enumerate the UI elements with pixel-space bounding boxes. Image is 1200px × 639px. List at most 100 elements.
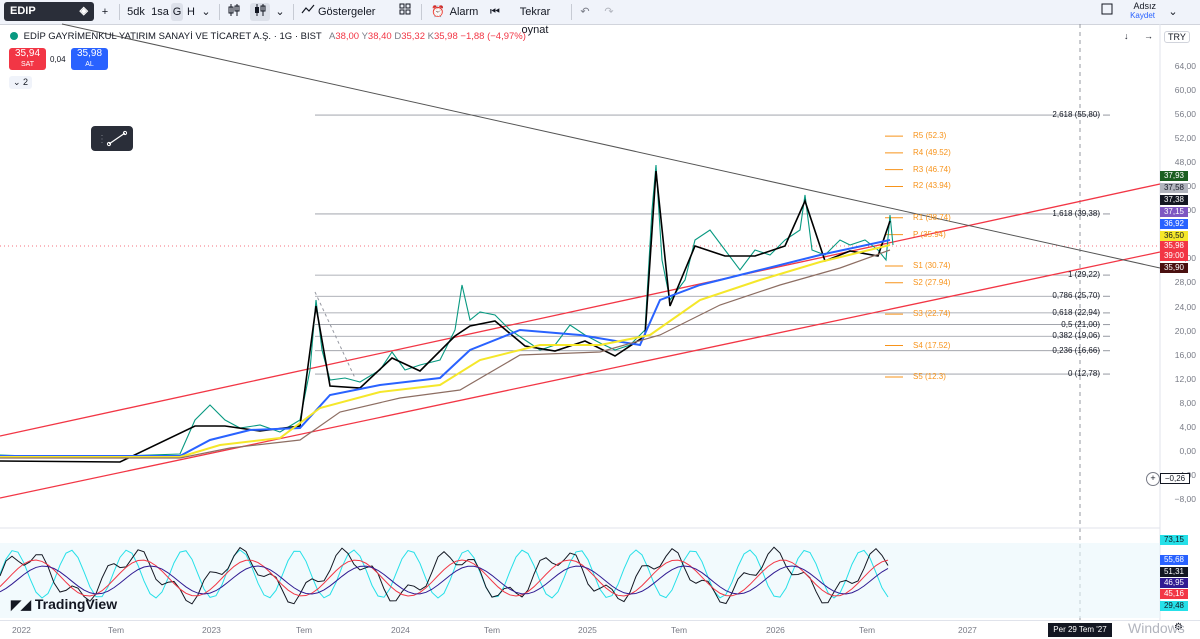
oscillator-tag-label: 46,95 [1160, 578, 1188, 588]
market-status-icon [10, 32, 18, 40]
add-alert-icon[interactable]: + [1146, 472, 1160, 486]
logo-mark-icon: ◤◢ [11, 597, 31, 612]
time-axis[interactable]: Per 29 Tem '27 2022 Tem 2023 Tem 2024 Tem 2025… [0, 620, 1200, 639]
time-tick-label: Tem [859, 625, 876, 635]
fib-level-label: 1 (29,22) [1067, 270, 1100, 280]
time-tick-label: 2025 [578, 625, 597, 635]
price-tick-label: 24,00 [1174, 301, 1196, 312]
pivot-level-label: R2 (43.94) [913, 181, 951, 191]
sell-price: 35,94 [14, 48, 41, 59]
indicator-count: 2 [23, 77, 29, 87]
time-tick-label: Tem [671, 625, 688, 635]
price-tick-label: 8,00 [1179, 397, 1196, 408]
trend-channel [0, 23, 1161, 499]
time-tick-label: 2027 [958, 625, 977, 635]
fib-level-label: 0,5 (21,00) [1061, 319, 1100, 329]
pivot-level-label: S5 (12.3) [913, 371, 946, 381]
zero-tag: −0,26 [1160, 473, 1190, 484]
time-tick-label: 2022 [12, 625, 31, 635]
windows-watermark: Windows [1128, 620, 1185, 636]
tradingview-logo: ◤◢ TradingView [11, 596, 117, 613]
change-value: −1,88 (−4,97%) [460, 31, 526, 42]
price-tag-label: 36,92 [1160, 219, 1188, 229]
price-tag-label: 35,98 [1160, 241, 1188, 251]
fib-level-label: 2,618 (55,80) [1052, 110, 1100, 120]
pivot-level-label: R4 (49.52) [913, 147, 951, 157]
resistance-trendline [61, 23, 1161, 269]
price-line [0, 164, 894, 458]
time-tick-label: 2023 [202, 625, 221, 635]
price-tick-label: 48,00 [1174, 157, 1196, 168]
pivot-level-label: R1 (38.74) [913, 212, 951, 222]
price-tag-label: 39:00 [1160, 251, 1188, 261]
oscillator-tag-label: 45,16 [1160, 589, 1188, 599]
fib-level-label: 0,618 (22,94) [1052, 307, 1100, 317]
pivot-level-label: R5 (52.3) [913, 131, 947, 141]
pivot-level-label: P (35.94) [913, 229, 946, 239]
download-icon[interactable]: ↓ [1124, 31, 1129, 41]
ema-mid-line [0, 239, 891, 457]
price-tag-label: 37,38 [1160, 195, 1188, 205]
symbol-legend: EDİP GAYRİMENKUL YATIRIM SANAYİ VE TİCAR… [10, 31, 526, 42]
ema-short-line [0, 170, 891, 463]
fib-level-label: 0,236 (16,66) [1052, 345, 1100, 355]
time-tick-label: 2024 [391, 625, 410, 635]
oscillator-tag-label: 73,15 [1160, 535, 1188, 545]
spread-value: 0,04 [50, 55, 66, 64]
oscillator-tag-label: 29,48 [1160, 601, 1188, 611]
price-tick-label: −8,00 [1174, 494, 1196, 505]
low-value: 35,32 [401, 31, 425, 42]
arrow-right-icon[interactable]: → [1144, 31, 1153, 41]
price-axis[interactable]: 64,0060,0056,0052,0048,0044,0040,0032,00… [1160, 24, 1200, 624]
pivot-level-label: S2 (27.94) [913, 277, 951, 287]
oscillator-tag-label: 55,68 [1160, 555, 1188, 565]
fib-level-label: 0,786 (25,70) [1052, 291, 1100, 301]
buy-button[interactable]: 35,98 AL [71, 48, 108, 70]
price-tag-label: 36,50 [1160, 231, 1188, 241]
price-tick-label: 16,00 [1174, 349, 1196, 360]
fib-level-label: 0,382 (19,06) [1052, 331, 1100, 341]
close-value: 35,98 [433, 31, 458, 42]
price-tag-label: 37,58 [1160, 183, 1188, 193]
pivot-points [885, 135, 903, 378]
time-tick-label: Tem [484, 625, 501, 635]
price-tick-label: 64,00 [1174, 60, 1196, 71]
price-tick-label: 52,00 [1174, 132, 1196, 143]
time-tick-label: Tem [296, 625, 313, 635]
chart-grid [0, 24, 1161, 620]
trend-line-icon[interactable] [108, 132, 126, 145]
price-tick-label: 0,00 [1179, 446, 1196, 456]
indicators-collapse-toggle[interactable]: ⌄ 2 [9, 76, 33, 89]
price-tag-label: 37,15 [1160, 207, 1188, 217]
sell-button[interactable]: 35,94 SAT [9, 48, 46, 70]
high-value: 38,40 [367, 31, 392, 42]
price-tag-label: 35,90 [1160, 263, 1188, 273]
fibonacci-retracement [315, 114, 1110, 375]
logo-text: TradingView [34, 596, 118, 612]
drawing-toolbar[interactable]: ⋮ [91, 126, 133, 151]
pivot-level-label: S3 (22.74) [913, 309, 951, 319]
oscillator-pane [0, 543, 1160, 618]
fib-level-label: 0 (12,78) [1067, 369, 1100, 379]
pivot-level-label: S4 (17.52) [913, 340, 951, 350]
channel-lower-line [0, 251, 1161, 499]
oscillator-tag-label: 51,31 [1160, 567, 1188, 577]
price-tick-label: 60,00 [1174, 84, 1196, 95]
price-tick-label: 4,00 [1179, 421, 1196, 432]
time-tick-label: Tem [108, 625, 125, 635]
price-tick-label: 56,00 [1174, 108, 1196, 119]
buy-price: 35,98 [76, 48, 103, 59]
price-chart[interactable] [0, 0, 1200, 638]
pivot-level-label: R3 (46.74) [913, 164, 951, 174]
drag-handle-icon[interactable]: ⋮ [97, 134, 107, 145]
price-tick-label: 20,00 [1174, 325, 1196, 336]
oscillator-band [0, 543, 1160, 618]
buy-label: AL [85, 61, 94, 68]
sell-label: SAT [20, 61, 35, 68]
price-tick-label: 28,00 [1174, 277, 1196, 288]
channel-upper-line [0, 183, 1161, 437]
pivot-level-label: S1 (30.74) [913, 260, 951, 270]
fib-level-label: 1,618 (39,38) [1052, 208, 1100, 218]
time-cursor-label: Per 29 Tem '27 [1048, 623, 1112, 637]
price-series [0, 164, 894, 463]
